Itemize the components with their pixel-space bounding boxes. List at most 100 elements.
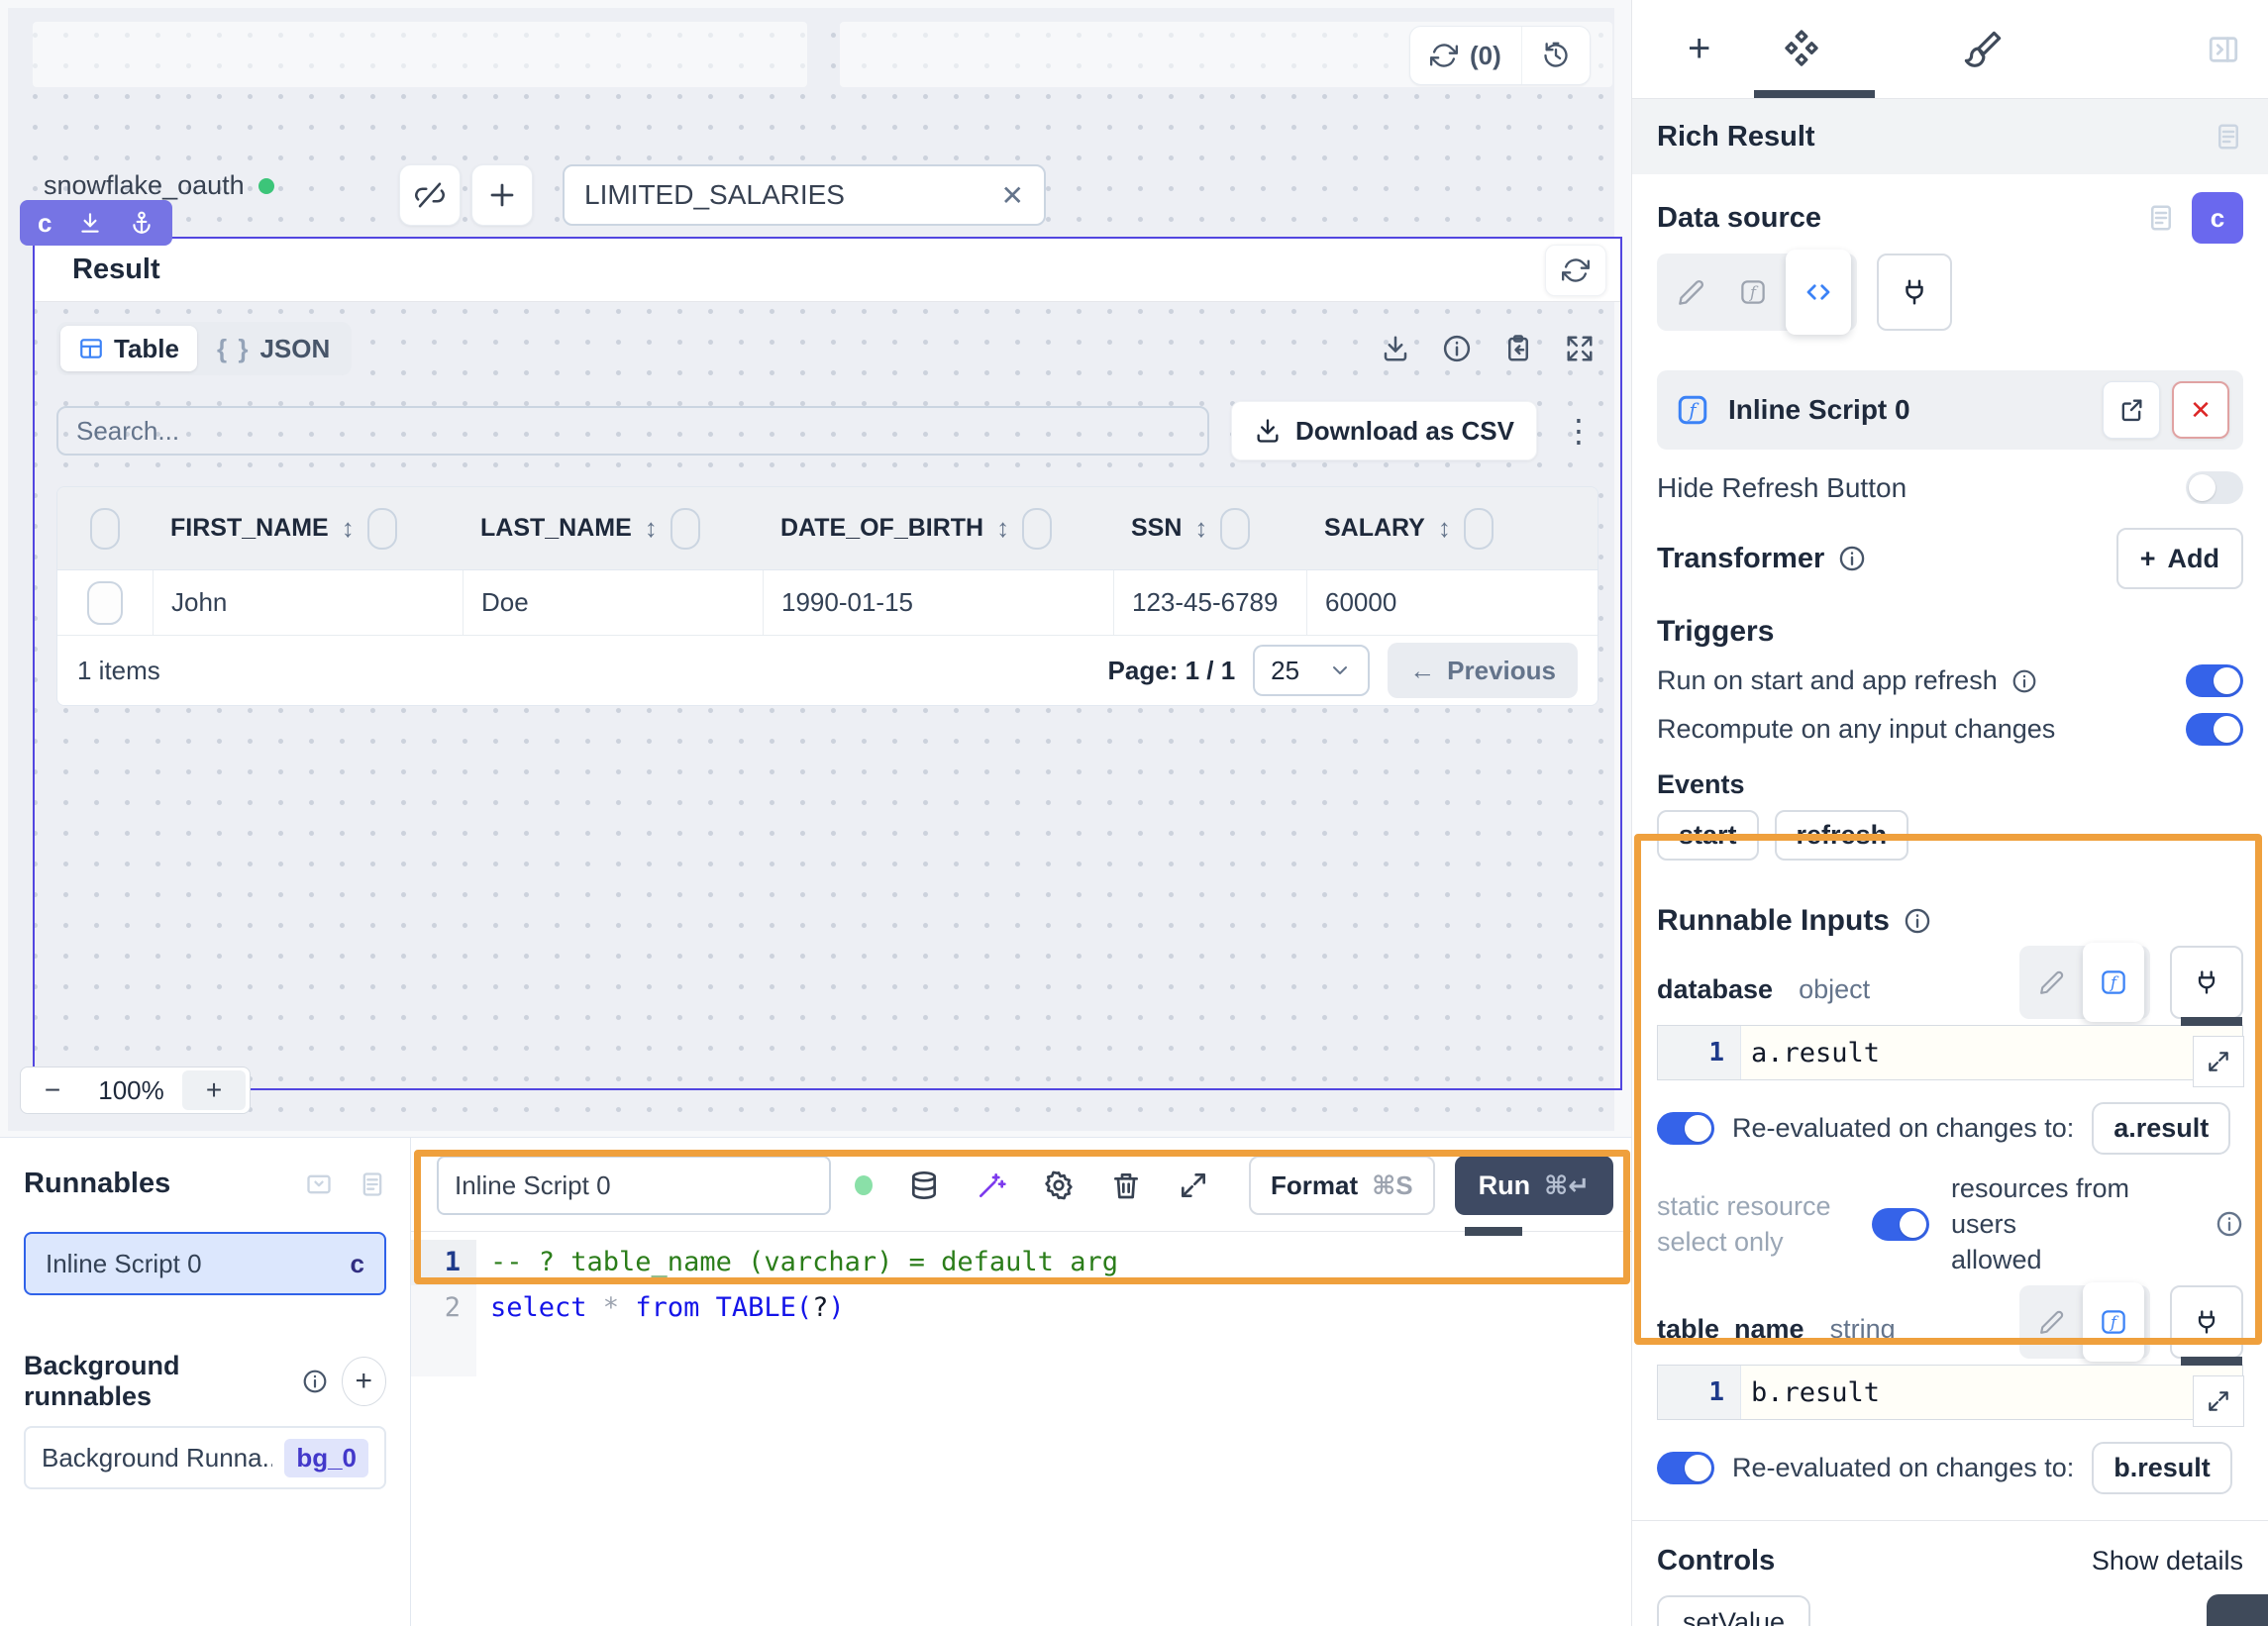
- canvas-refresh-group: (0): [1409, 26, 1591, 85]
- result-refresh-button[interactable]: [1545, 245, 1606, 296]
- gear-icon[interactable]: [1043, 1169, 1075, 1201]
- anchor-icon[interactable]: [129, 210, 155, 236]
- doc-list-icon[interactable]: [359, 1170, 386, 1198]
- table-row[interactable]: John Doe 1990-01-15 123-45-6789 60000: [57, 570, 1598, 636]
- runnable-item-badge: c: [351, 1249, 364, 1279]
- background-runnable-item[interactable]: Background Runna... bg_0: [24, 1426, 386, 1489]
- page-indicator: Page: 1 / 1: [1108, 656, 1236, 686]
- format-button[interactable]: Format ⌘S: [1249, 1156, 1435, 1215]
- collapse-panel-icon[interactable]: [2207, 33, 2240, 66]
- ai-wand-icon[interactable]: [976, 1169, 1007, 1201]
- database-icon[interactable]: [908, 1169, 940, 1201]
- more-options-icon[interactable]: ⋮: [1559, 412, 1598, 450]
- scrollbar-thumb[interactable]: [2181, 1357, 2242, 1366]
- run-button[interactable]: Run ⌘↵: [1455, 1156, 1613, 1215]
- copy-result-icon[interactable]: [1503, 334, 1533, 363]
- column-header: LAST_NAME ↕: [463, 508, 763, 550]
- add-tab-icon[interactable]: +: [1688, 27, 1710, 71]
- scrollbar-thumb[interactable]: [2181, 1017, 2242, 1026]
- fullscreen-icon[interactable]: [1565, 334, 1595, 363]
- static-mode-pencil-icon[interactable]: [1663, 259, 1720, 325]
- reeval-toggle[interactable]: [1657, 1112, 1714, 1145]
- info-icon: [2011, 668, 2037, 694]
- collapse-panel-icon[interactable]: [305, 1170, 333, 1198]
- reeval-toggle[interactable]: [1657, 1452, 1714, 1484]
- style-tab-icon[interactable]: [1962, 29, 2004, 70]
- download-icon[interactable]: [1381, 334, 1410, 363]
- sort-icon[interactable]: ↕: [1194, 513, 1207, 544]
- search-input[interactable]: [76, 416, 1189, 447]
- previous-page-button[interactable]: ← Previous: [1388, 643, 1578, 698]
- expand-expression-button[interactable]: [2193, 1036, 2244, 1087]
- connect-mode-button[interactable]: [2170, 1285, 2243, 1359]
- event-start-pill[interactable]: start: [1657, 810, 1759, 861]
- download-csv-button[interactable]: Download as CSV: [1231, 401, 1537, 460]
- sort-icon[interactable]: ↕: [342, 513, 355, 544]
- fx-mode-icon[interactable]: f: [2083, 943, 2144, 1022]
- reeval-dependency-chip[interactable]: b.result: [2092, 1442, 2232, 1494]
- tab-table[interactable]: Table: [60, 326, 197, 371]
- refresh-count-button[interactable]: (0): [1410, 27, 1521, 84]
- inline-script-chip[interactable]: f Inline Script 0 ✕: [1657, 370, 2243, 450]
- column-filter-pill[interactable]: [1022, 508, 1052, 550]
- column-filter-pill[interactable]: [367, 508, 397, 550]
- column-filter-pill[interactable]: [670, 508, 700, 550]
- static-mode-pencil-icon[interactable]: [2025, 1291, 2079, 1353]
- zoom-in-button[interactable]: +: [182, 1070, 246, 1110]
- show-details-link[interactable]: Show details: [2092, 1546, 2243, 1576]
- move-down-icon[interactable]: [77, 210, 103, 236]
- editor-scrollbar-thumb[interactable]: [1465, 1227, 1522, 1236]
- table-name-expression-editor[interactable]: 1 b.result: [1657, 1365, 2243, 1420]
- add-component-button[interactable]: [471, 164, 533, 226]
- zoom-out-button[interactable]: −: [21, 1074, 84, 1106]
- connect-mode-button[interactable]: [1877, 254, 1952, 331]
- sort-icon[interactable]: ↕: [645, 513, 658, 544]
- doc-list-icon[interactable]: [2214, 122, 2243, 152]
- add-background-runnable-button[interactable]: +: [342, 1357, 387, 1406]
- reeval-dependency-chip[interactable]: a.result: [2092, 1102, 2230, 1155]
- sql-code-editor[interactable]: 1 -- ? table_name (varchar) = default ar…: [411, 1232, 1631, 1376]
- active-tab-underline: [1754, 90, 1875, 98]
- result-table: FIRST_NAME ↕ LAST_NAME ↕ DATE_OF_BIRTH ↕…: [56, 486, 1598, 706]
- trash-icon[interactable]: [1110, 1169, 1142, 1201]
- sort-icon[interactable]: ↕: [996, 513, 1009, 544]
- hide-refresh-toggle[interactable]: [2186, 471, 2243, 504]
- column-filter-pill[interactable]: [1464, 508, 1494, 550]
- page-size-select[interactable]: 25: [1253, 645, 1370, 696]
- static-mode-pencil-icon[interactable]: [2025, 952, 2079, 1013]
- event-refresh-pill[interactable]: refresh: [1775, 810, 1909, 861]
- svg-text:f: f: [1749, 283, 1759, 302]
- components-tab-icon[interactable]: [1780, 28, 1823, 71]
- runnable-item-inline-script-0[interactable]: Inline Script 0 c: [24, 1232, 386, 1295]
- table-name-input[interactable]: [584, 179, 1001, 211]
- script-name-input[interactable]: [455, 1170, 813, 1201]
- clear-input-icon[interactable]: ✕: [1001, 179, 1024, 212]
- row-checkbox[interactable]: [87, 581, 123, 625]
- add-transformer-button[interactable]: + Add: [2116, 528, 2243, 589]
- tab-json[interactable]: { } JSON: [199, 326, 348, 371]
- run-on-start-toggle[interactable]: [2186, 664, 2243, 697]
- plug-icon: [2193, 1308, 2220, 1336]
- database-expression-editor[interactable]: 1 a.result: [1657, 1025, 2243, 1080]
- doc-list-icon[interactable]: [2146, 203, 2176, 233]
- braces-icon: { }: [217, 334, 250, 364]
- resource-label[interactable]: snowflake_oauth: [44, 170, 245, 201]
- fx-mode-icon[interactable]: f: [1724, 259, 1782, 325]
- code-mode-icon[interactable]: [1786, 250, 1851, 335]
- column-filter-pill[interactable]: [1220, 508, 1250, 550]
- resources-from-users-toggle[interactable]: [1872, 1208, 1929, 1241]
- select-all-checkbox[interactable]: [90, 508, 120, 550]
- fx-mode-icon[interactable]: f: [2083, 1282, 2144, 1362]
- expand-editor-icon[interactable]: [1178, 1169, 1209, 1201]
- history-button[interactable]: [1521, 27, 1590, 84]
- events-title: Events: [1657, 769, 2243, 800]
- sort-icon[interactable]: ↕: [1438, 513, 1451, 544]
- expand-expression-button[interactable]: [2193, 1375, 2244, 1427]
- remove-script-button[interactable]: ✕: [2172, 381, 2229, 439]
- unlink-button[interactable]: [399, 164, 461, 226]
- info-icon[interactable]: [1442, 334, 1472, 363]
- recompute-toggle[interactable]: [2186, 713, 2243, 746]
- connect-mode-button[interactable]: [2170, 946, 2243, 1019]
- setvalue-control-pill[interactable]: setValue: [1657, 1595, 1810, 1626]
- open-script-button[interactable]: [2103, 381, 2160, 439]
